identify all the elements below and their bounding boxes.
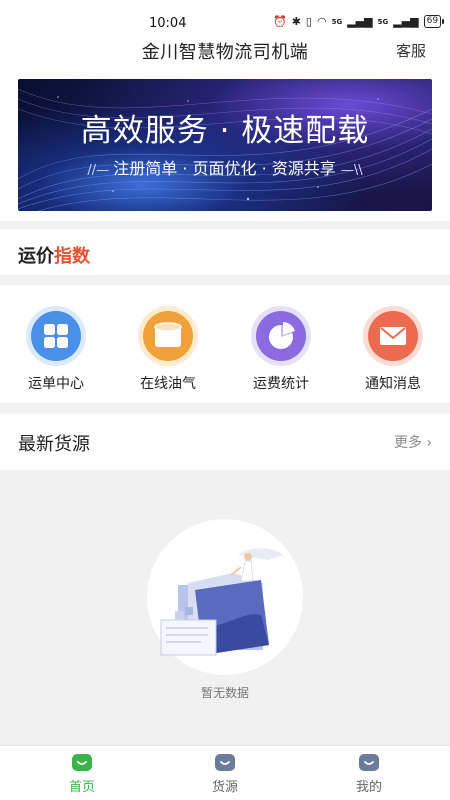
quick-menu: 运单中心 在线油气 运费统计 通知消息 — [0, 285, 450, 403]
menu-label-online-fuel: 在线油气 — [140, 376, 196, 392]
network-label-1: 5G — [331, 17, 343, 26]
menu-item-notifications[interactable]: 通知消息 — [348, 305, 438, 393]
menu-item-online-fuel[interactable]: 在线油气 — [123, 305, 213, 393]
menu-item-freight-stats[interactable]: 运费统计 — [236, 305, 326, 393]
vibrate-icon: ▯ — [305, 15, 312, 28]
tab-home-label: 首页 — [68, 780, 95, 795]
banner-left-decoration: //— — [87, 163, 114, 178]
grid-icon — [26, 306, 86, 366]
more-cargo-label: 更多 — [393, 435, 422, 451]
customer-service-button[interactable]: 客服 — [396, 40, 426, 61]
signal-icon: ▂▄▆ — [347, 15, 373, 28]
freight-index-label-part1: 运价 — [18, 246, 54, 267]
menu-label-freight-stats: 运费统计 — [253, 376, 309, 392]
tab-profile-label: 我的 — [355, 780, 382, 795]
tab-profile[interactable]: 我的 — [334, 754, 404, 795]
alarm-icon: ⏰ — [273, 15, 287, 28]
tab-cargo-label: 货源 — [211, 780, 238, 795]
tab-home[interactable]: 首页 — [47, 754, 117, 795]
signal-icon-2: ▂▄▆ — [393, 15, 419, 28]
network-label-2: 5G — [377, 17, 389, 26]
banner-title: 高效服务 · 极速配载 — [80, 113, 370, 149]
freight-index-label-part2: 指数 — [54, 246, 90, 267]
battery-icon: 69 — [423, 15, 445, 28]
banner-subtitle: 注册简单 · 页面优化 · 资源共享 — [113, 159, 336, 178]
more-cargo-link[interactable]: 更多 › — [394, 432, 432, 452]
freight-index-label: 运价指数 — [18, 242, 90, 268]
fuel-icon — [138, 306, 198, 366]
banner-section: 高效服务 · 极速配载 //— 注册简单 · 页面优化 · 资源共享 —\\ — [0, 74, 450, 221]
promo-banner[interactable]: 高效服务 · 极速配载 //— 注册简单 · 页面优化 · 资源共享 —\\ — [18, 79, 432, 211]
latest-cargo-title: 最新货源 — [18, 434, 90, 455]
freight-index-section[interactable]: 运价指数 — [0, 229, 450, 275]
banner-subtitle-row: //— 注册简单 · 页面优化 · 资源共享 —\\ — [18, 155, 432, 179]
app-screen: 10:04 ⏰ ✱ ▯ ◠ 5G ▂▄▆ 5G ▂▄▆ 69 金川智慧物流司机端… — [0, 0, 450, 800]
page-title: 金川智慧物流司机端 — [141, 42, 309, 63]
mail-icon — [363, 306, 423, 366]
menu-item-waybill-center[interactable]: 运单中心 — [11, 305, 101, 393]
latest-cargo-header: 最新货源 更多 › — [0, 414, 450, 470]
bluetooth-icon: ✱ — [291, 15, 301, 28]
bottom-tab-bar: 首页 货源 我的 — [0, 745, 450, 800]
home-icon — [72, 754, 92, 771]
chevron-right-icon: › — [426, 435, 432, 451]
status-bar: 10:04 ⏰ ✱ ▯ ◠ 5G ▂▄▆ 5G ▂▄▆ 69 — [0, 0, 450, 32]
banner-right-decoration: —\\ — [340, 163, 363, 178]
empty-state: 暂无数据 — [0, 470, 450, 745]
empty-state-text: 暂无数据 — [200, 686, 249, 700]
status-time: 10:04 — [149, 16, 187, 31]
status-icons: ⏰ ✱ ▯ ◠ 5G ▂▄▆ 5G ▂▄▆ 69 — [273, 15, 445, 28]
profile-icon — [359, 754, 379, 771]
pie-chart-icon — [251, 306, 311, 366]
app-header: 金川智慧物流司机端 客服 — [0, 32, 450, 74]
tab-cargo[interactable]: 货源 — [190, 754, 260, 795]
cargo-icon — [215, 754, 235, 771]
menu-label-notifications: 通知消息 — [365, 376, 421, 392]
wifi-icon: ◠ — [316, 15, 327, 28]
menu-label-waybill-center: 运单中心 — [28, 376, 84, 392]
empty-folder-illustration — [147, 519, 303, 675]
